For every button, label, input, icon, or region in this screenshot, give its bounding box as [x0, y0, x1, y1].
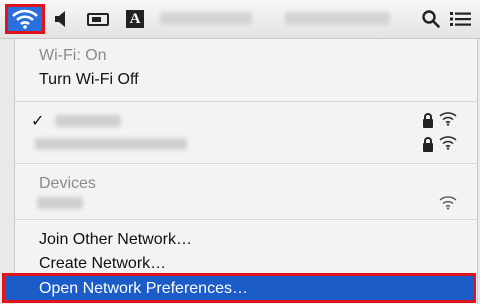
lock-icon: [423, 137, 433, 152]
device-item[interactable]: [37, 197, 83, 209]
display-mirroring-icon[interactable]: [85, 0, 111, 38]
create-network-item[interactable]: Create Network…: [39, 255, 166, 273]
wifi-signal-icon: [439, 196, 457, 210]
open-network-preferences-item[interactable]: Open Network Preferences…: [2, 273, 476, 303]
menu-bar: A: [0, 0, 480, 39]
menu-separator: [15, 163, 477, 164]
devices-header: Devices: [39, 175, 96, 192]
blurred-menubar-item[interactable]: [285, 12, 390, 25]
open-network-preferences-label: Open Network Preferences…: [39, 280, 248, 297]
input-source-menu[interactable]: A: [125, 0, 145, 38]
notification-center-icon[interactable]: [446, 0, 476, 38]
wifi-dropdown-menu: Wi-Fi: On Turn Wi-Fi Off ✓ Devices Join …: [14, 39, 478, 304]
wifi-icon[interactable]: [5, 4, 45, 34]
network-item[interactable]: [35, 138, 187, 150]
menu-separator: [15, 101, 477, 102]
connected-check-icon: ✓: [31, 113, 45, 130]
wifi-signal-icon: [439, 136, 457, 150]
network-item-connected[interactable]: [55, 115, 121, 127]
lock-icon: [423, 113, 433, 128]
spotlight-search-icon[interactable]: [420, 0, 442, 38]
join-other-network-item[interactable]: Join Other Network…: [39, 231, 192, 249]
volume-icon[interactable]: [52, 0, 70, 38]
wifi-status-label: Wi-Fi: On: [39, 47, 107, 64]
input-source-icon: A: [126, 10, 144, 28]
blurred-menubar-item[interactable]: [160, 12, 252, 25]
menu-separator: [15, 219, 477, 220]
wifi-signal-icon: [439, 112, 457, 126]
turn-wifi-off-item[interactable]: Turn Wi-Fi Off: [39, 71, 139, 89]
